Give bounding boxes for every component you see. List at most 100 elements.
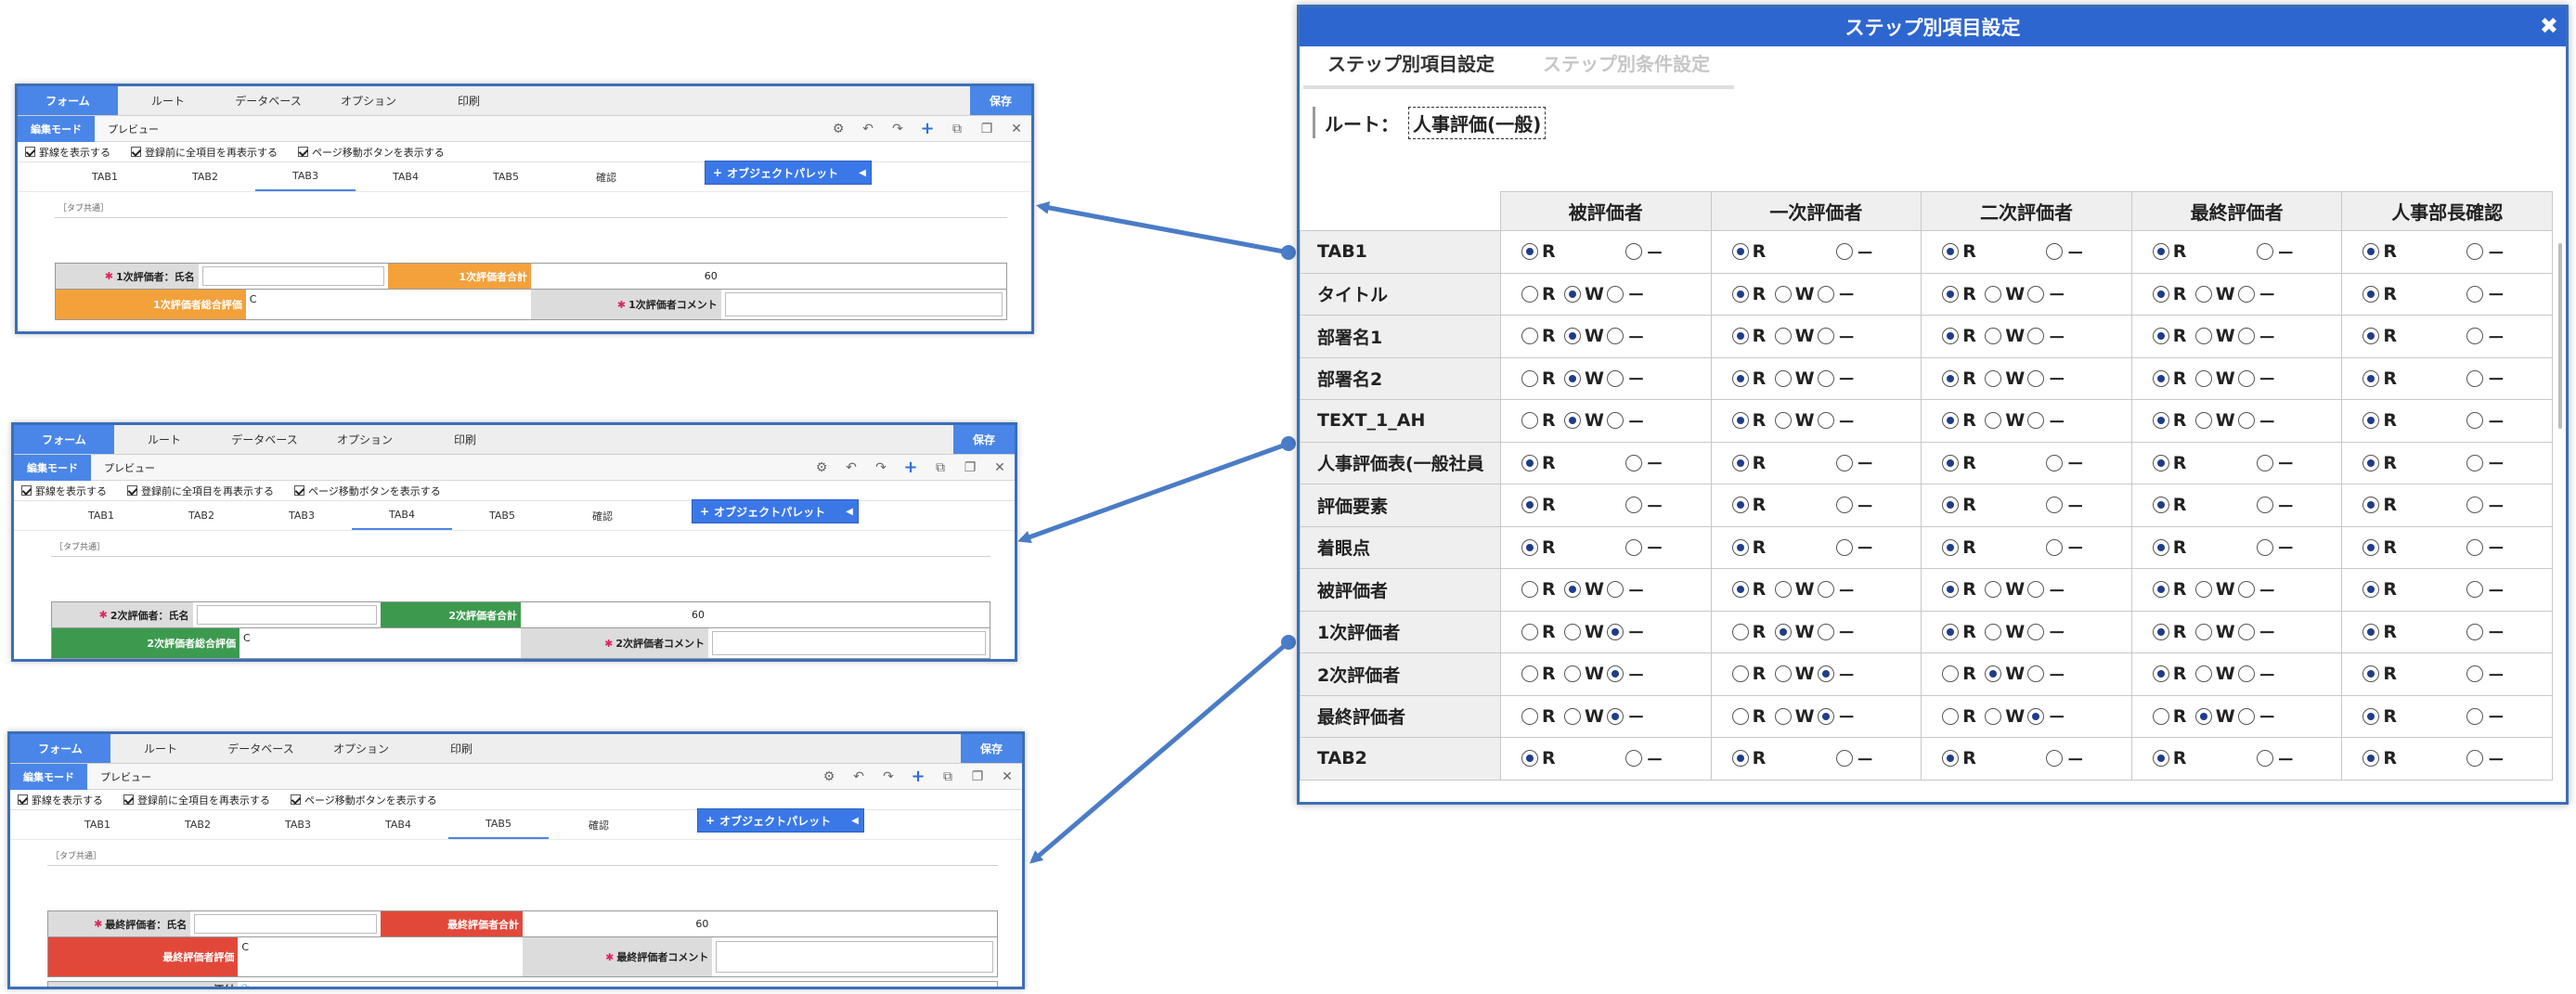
overall-value[interactable]: C: [241, 941, 249, 953]
form-tab-1[interactable]: TAB2: [151, 501, 252, 530]
option-R[interactable]: R: [2362, 410, 2400, 431]
top-tab-3[interactable]: オプション: [311, 734, 411, 763]
radio-button[interactable]: [1985, 623, 2002, 640]
option-dash[interactable]: －: [2237, 324, 2276, 349]
radio-button[interactable]: [1731, 328, 1749, 345]
radio-button[interactable]: [1521, 412, 1538, 430]
check-option-0[interactable]: 罫線を表示する: [25, 145, 110, 160]
form-tab-3[interactable]: TAB4: [356, 162, 456, 191]
option-dash[interactable]: －: [1607, 324, 1645, 349]
option-dash[interactable]: －: [2237, 662, 2276, 687]
option-dash[interactable]: －: [2256, 493, 2295, 518]
option-R[interactable]: R: [1731, 664, 1769, 684]
checkbox[interactable]: [127, 485, 137, 496]
radio-button[interactable]: [1607, 665, 1624, 683]
option-R[interactable]: R: [1731, 748, 1769, 768]
option-R[interactable]: R: [1521, 284, 1559, 304]
radio-button[interactable]: [1625, 750, 1642, 768]
radio-button[interactable]: [2362, 328, 2380, 345]
option-W[interactable]: W: [2194, 579, 2235, 600]
option-R[interactable]: R: [2152, 579, 2190, 600]
option-W[interactable]: W: [1774, 284, 1815, 304]
radio-button[interactable]: [1985, 581, 2002, 599]
form-tab-1[interactable]: TAB2: [148, 810, 248, 839]
option-W[interactable]: W: [1564, 326, 1604, 346]
option-dash[interactable]: －: [1817, 324, 1856, 349]
radio-button[interactable]: [1817, 665, 1834, 683]
option-dash[interactable]: －: [2256, 450, 2295, 475]
option-R[interactable]: R: [2362, 495, 2400, 515]
radio-button[interactable]: [2466, 497, 2484, 514]
radio-button[interactable]: [1521, 454, 1538, 471]
mode-1[interactable]: プレビュー: [95, 116, 172, 142]
checkbox[interactable]: [294, 485, 304, 496]
top-tab-3[interactable]: オプション: [315, 425, 415, 454]
radio-button[interactable]: [2194, 328, 2212, 345]
radio-button[interactable]: [2466, 538, 2484, 556]
radio-button[interactable]: [1985, 328, 2002, 345]
radio-button[interactable]: [1835, 454, 1853, 471]
radio-button[interactable]: [2237, 412, 2255, 430]
option-W[interactable]: W: [1985, 664, 2025, 684]
option-dash[interactable]: －: [1835, 535, 1874, 560]
paste-icon[interactable]: ❐: [961, 458, 979, 477]
option-R[interactable]: R: [1942, 284, 1979, 304]
option-dash[interactable]: －: [1625, 239, 1663, 265]
top-tab-4[interactable]: 印刷: [419, 86, 519, 115]
radio-button[interactable]: [2194, 412, 2212, 430]
radio-button[interactable]: [1607, 369, 1624, 387]
comment-input[interactable]: [724, 291, 1003, 317]
top-tab-0[interactable]: フォーム: [18, 86, 118, 115]
option-dash[interactable]: －: [2027, 281, 2065, 306]
option-dash[interactable]: －: [1835, 450, 1874, 475]
radio-button[interactable]: [1731, 538, 1749, 556]
radio-button[interactable]: [2256, 497, 2273, 514]
option-W[interactable]: W: [1774, 706, 1815, 727]
option-dash[interactable]: －: [1817, 408, 1856, 433]
check-option-2[interactable]: ページ移動ボタンを表示する: [294, 484, 441, 498]
radio-button[interactable]: [2362, 538, 2380, 556]
copy-icon[interactable]: ⧉: [938, 768, 957, 786]
radio-button[interactable]: [1625, 538, 1642, 556]
undo-icon[interactable]: ↶: [842, 458, 861, 477]
option-W[interactable]: W: [1985, 326, 2025, 346]
option-dash[interactable]: －: [1835, 493, 1874, 518]
option-W[interactable]: W: [1564, 410, 1604, 431]
option-W[interactable]: W: [1985, 284, 2025, 304]
option-R[interactable]: R: [2152, 284, 2190, 304]
option-R[interactable]: R: [1521, 579, 1559, 600]
redo-icon[interactable]: ↷: [879, 768, 898, 786]
check-option-1[interactable]: 登録前に全項目を再表示する: [127, 484, 274, 498]
radio-button[interactable]: [2237, 623, 2255, 640]
radio-button[interactable]: [2237, 707, 2255, 725]
radio-button[interactable]: [1774, 623, 1792, 640]
radio-button[interactable]: [1942, 750, 1960, 768]
top-tab-1[interactable]: ルート: [114, 425, 214, 454]
option-R[interactable]: R: [1731, 326, 1769, 346]
radio-button[interactable]: [1564, 623, 1581, 640]
option-W[interactable]: W: [2194, 368, 2235, 389]
radio-button[interactable]: [2362, 454, 2380, 471]
option-R[interactable]: R: [1521, 453, 1559, 473]
option-R[interactable]: R: [1731, 706, 1769, 727]
radio-button[interactable]: [1607, 623, 1624, 640]
option-dash[interactable]: －: [2046, 746, 2084, 771]
radio-button[interactable]: [2362, 581, 2380, 599]
option-R[interactable]: R: [1942, 495, 1979, 515]
radio-button[interactable]: [1985, 665, 2002, 683]
save-button[interactable]: 保存: [961, 734, 1022, 763]
tab-step-condition-settings[interactable]: ステップ別条件設定: [1519, 49, 1734, 89]
mode-0[interactable]: 編集モード: [10, 763, 87, 790]
radio-button[interactable]: [2152, 285, 2169, 303]
add-icon[interactable]: +: [918, 119, 937, 138]
option-W[interactable]: W: [1564, 706, 1604, 727]
radio-button[interactable]: [1731, 369, 1749, 387]
radio-button[interactable]: [2466, 243, 2484, 261]
option-dash[interactable]: －: [2466, 450, 2505, 475]
radio-button[interactable]: [1521, 497, 1538, 514]
form-tab-3[interactable]: TAB4: [352, 501, 452, 530]
option-R[interactable]: R: [1942, 241, 1979, 262]
radio-button[interactable]: [2152, 707, 2169, 725]
option-R[interactable]: R: [2152, 453, 2190, 473]
radio-button[interactable]: [2152, 581, 2169, 599]
